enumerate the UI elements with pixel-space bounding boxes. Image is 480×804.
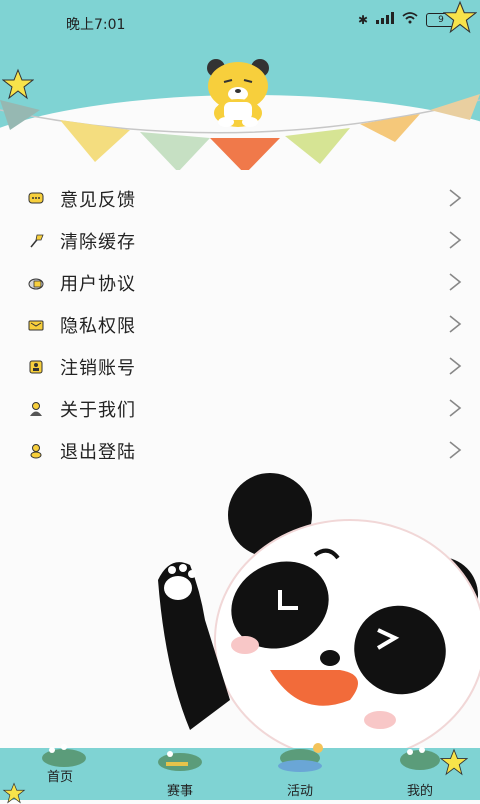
menu-item-label: 注销账号 bbox=[60, 358, 136, 379]
chevron-right-icon bbox=[449, 399, 462, 417]
menu-item-user-agreement[interactable]: 用户协议 bbox=[0, 262, 480, 304]
menu-item-label: 用户协议 bbox=[60, 274, 136, 295]
menu-item-label: 关于我们 bbox=[60, 400, 136, 421]
status-bar: 晚上7:01 ✱ 9 bbox=[0, 0, 480, 44]
chevron-right-icon bbox=[449, 315, 462, 333]
star-decoration-icon bbox=[443, 0, 477, 34]
menu-item-label: 退出登陆 bbox=[60, 442, 136, 463]
logout-icon bbox=[30, 444, 42, 459]
bottom-tab-bar: 首页 赛事 活动 我的 bbox=[0, 743, 480, 804]
star-decoration-icon bbox=[440, 748, 468, 776]
chevron-right-icon bbox=[449, 273, 462, 291]
info-icon bbox=[30, 402, 42, 416]
menu-item-about-us[interactable]: 关于我们 bbox=[0, 388, 480, 430]
bluetooth-icon: ✱ bbox=[357, 12, 368, 27]
tab-label: 我的 bbox=[406, 784, 433, 799]
tab-label: 活动 bbox=[286, 784, 313, 799]
menu-item-label: 意见反馈 bbox=[60, 190, 136, 211]
chevron-right-icon bbox=[449, 231, 462, 249]
tab-label: 赛事 bbox=[166, 784, 193, 799]
bear-mascot-avatar[interactable] bbox=[200, 58, 276, 128]
menu-item-label: 清除缓存 bbox=[60, 232, 136, 253]
activity-icon bbox=[278, 743, 323, 772]
chevron-right-icon bbox=[449, 357, 462, 375]
menu-item-privacy[interactable]: 隐私权限 bbox=[0, 304, 480, 346]
chevron-right-icon bbox=[449, 189, 462, 207]
settings-menu: 意见反馈 清除缓存 用户协议 隐私权限 注销账号 关于我们 退出登陆 bbox=[0, 178, 480, 472]
broom-icon bbox=[30, 234, 44, 248]
document-icon bbox=[28, 278, 44, 290]
trophy-icon bbox=[158, 751, 202, 771]
menu-item-delete-account[interactable]: 注销账号 bbox=[0, 346, 480, 388]
chat-icon bbox=[28, 192, 44, 204]
menu-item-label: 隐私权限 bbox=[60, 316, 136, 337]
signal-icon bbox=[376, 12, 394, 27]
tab-activities[interactable]: 活动 bbox=[252, 743, 348, 800]
lock-icon bbox=[28, 320, 44, 331]
menu-item-clear-cache[interactable]: 清除缓存 bbox=[0, 220, 480, 262]
menu-item-logout[interactable]: 退出登陆 bbox=[0, 430, 480, 472]
user-remove-icon bbox=[29, 360, 43, 374]
status-icons: ✱ 9 bbox=[357, 12, 459, 27]
wifi-icon bbox=[402, 12, 418, 27]
star-decoration-icon bbox=[2, 782, 26, 804]
status-time: 晚上7:01 bbox=[66, 17, 126, 33]
panda-illustration bbox=[158, 473, 480, 750]
menu-item-feedback[interactable]: 意见反馈 bbox=[0, 178, 480, 220]
chevron-right-icon bbox=[449, 441, 462, 459]
profile-header: 晚上7:01 ✱ 9 bbox=[0, 0, 480, 170]
tab-events[interactable]: 赛事 bbox=[132, 748, 228, 800]
